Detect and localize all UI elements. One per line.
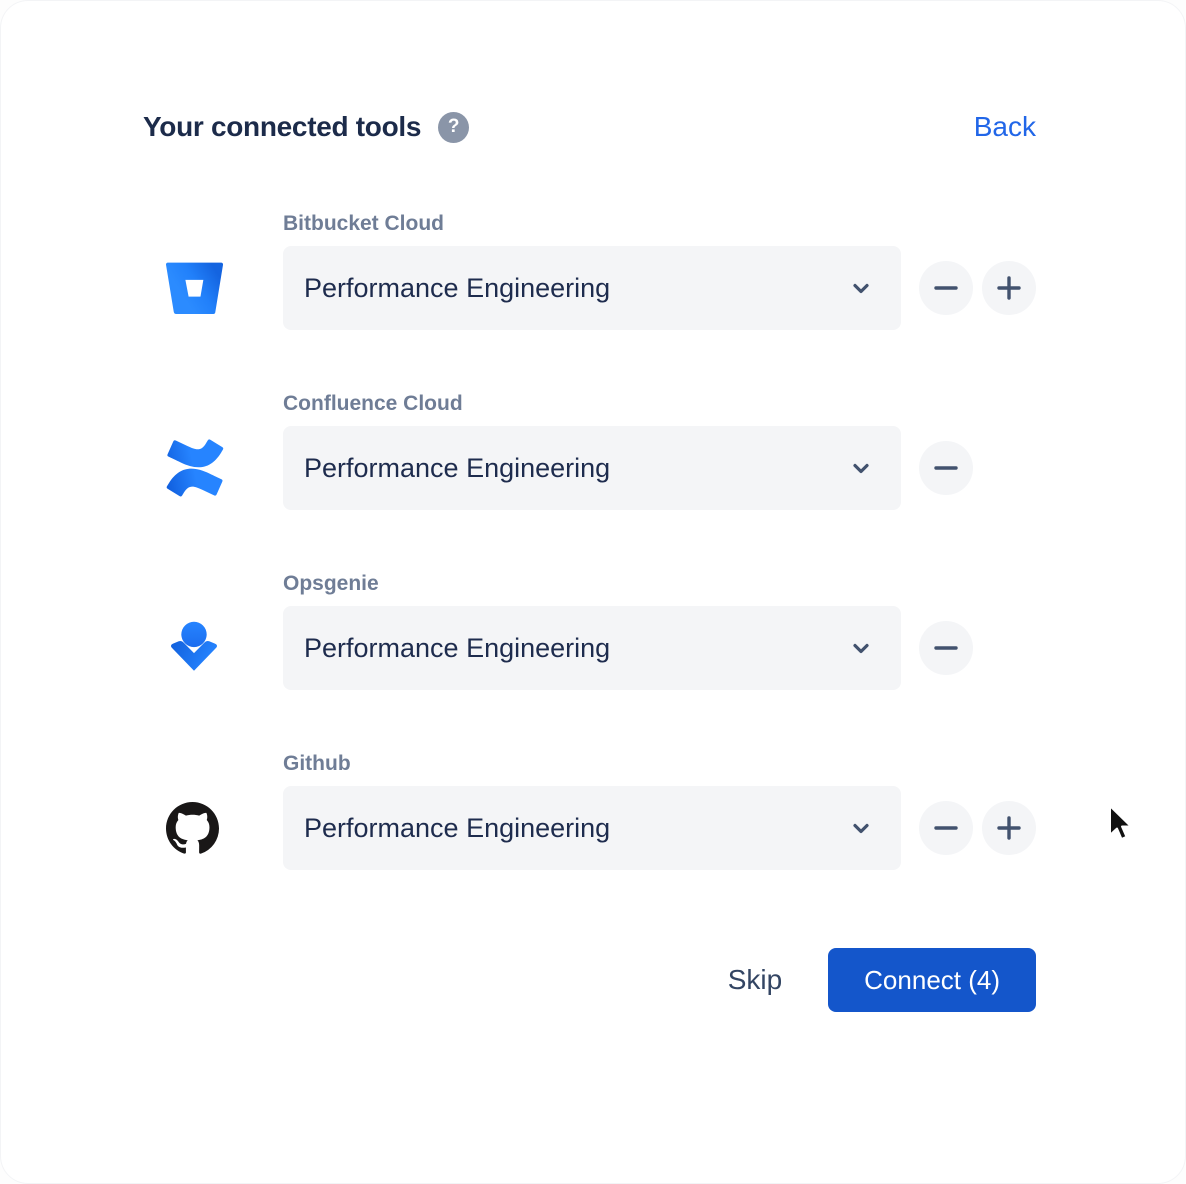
tool-row-github: Github Performance Engineering [143, 750, 1036, 870]
workspace-select-confluence[interactable]: Performance Engineering [283, 426, 901, 510]
tool-name: Confluence Cloud [283, 390, 1036, 418]
tool-name: Opsgenie [283, 570, 1036, 598]
chevron-down-icon [849, 456, 873, 480]
remove-connection-button[interactable] [919, 441, 973, 495]
add-connection-button[interactable] [982, 801, 1036, 855]
workspace-select-github[interactable]: Performance Engineering [283, 786, 901, 870]
remove-connection-button[interactable] [919, 621, 973, 675]
bitbucket-icon [143, 246, 283, 330]
connect-button[interactable]: Connect (4) [828, 948, 1036, 1012]
footer: Skip Connect (4) [143, 948, 1036, 1012]
workspace-select-bitbucket[interactable]: Performance Engineering [283, 246, 901, 330]
tool-name: Bitbucket Cloud [283, 210, 1036, 238]
page-title: Your connected tools [143, 110, 421, 144]
chevron-down-icon [849, 636, 873, 660]
selected-workspace: Performance Engineering [304, 453, 610, 484]
tool-name: Github [283, 750, 1036, 778]
remove-connection-button[interactable] [919, 801, 973, 855]
chevron-down-icon [849, 816, 873, 840]
tool-row-bitbucket: Bitbucket Cloud Performance Engineering [143, 210, 1036, 330]
workspace-select-opsgenie[interactable]: Performance Engineering [283, 606, 901, 690]
chevron-down-icon [849, 276, 873, 300]
tool-list: Bitbucket Cloud Performance Engineering [143, 210, 1036, 870]
remove-connection-button[interactable] [919, 261, 973, 315]
connected-tools-panel: Your connected tools ? Back [0, 0, 1186, 1184]
tool-row-confluence: Confluence Cloud Performance Engineering [143, 390, 1036, 510]
opsgenie-icon [143, 606, 283, 690]
back-link[interactable]: Back [974, 111, 1036, 143]
help-icon[interactable]: ? [438, 112, 469, 143]
add-connection-button[interactable] [982, 261, 1036, 315]
github-icon [143, 786, 283, 870]
selected-workspace: Performance Engineering [304, 813, 610, 844]
selected-workspace: Performance Engineering [304, 633, 610, 664]
selected-workspace: Performance Engineering [304, 273, 610, 304]
header: Your connected tools ? Back [143, 110, 1036, 144]
tool-row-opsgenie: Opsgenie Performance Engineering [143, 570, 1036, 690]
skip-button[interactable]: Skip [728, 964, 782, 996]
confluence-icon [143, 426, 283, 510]
